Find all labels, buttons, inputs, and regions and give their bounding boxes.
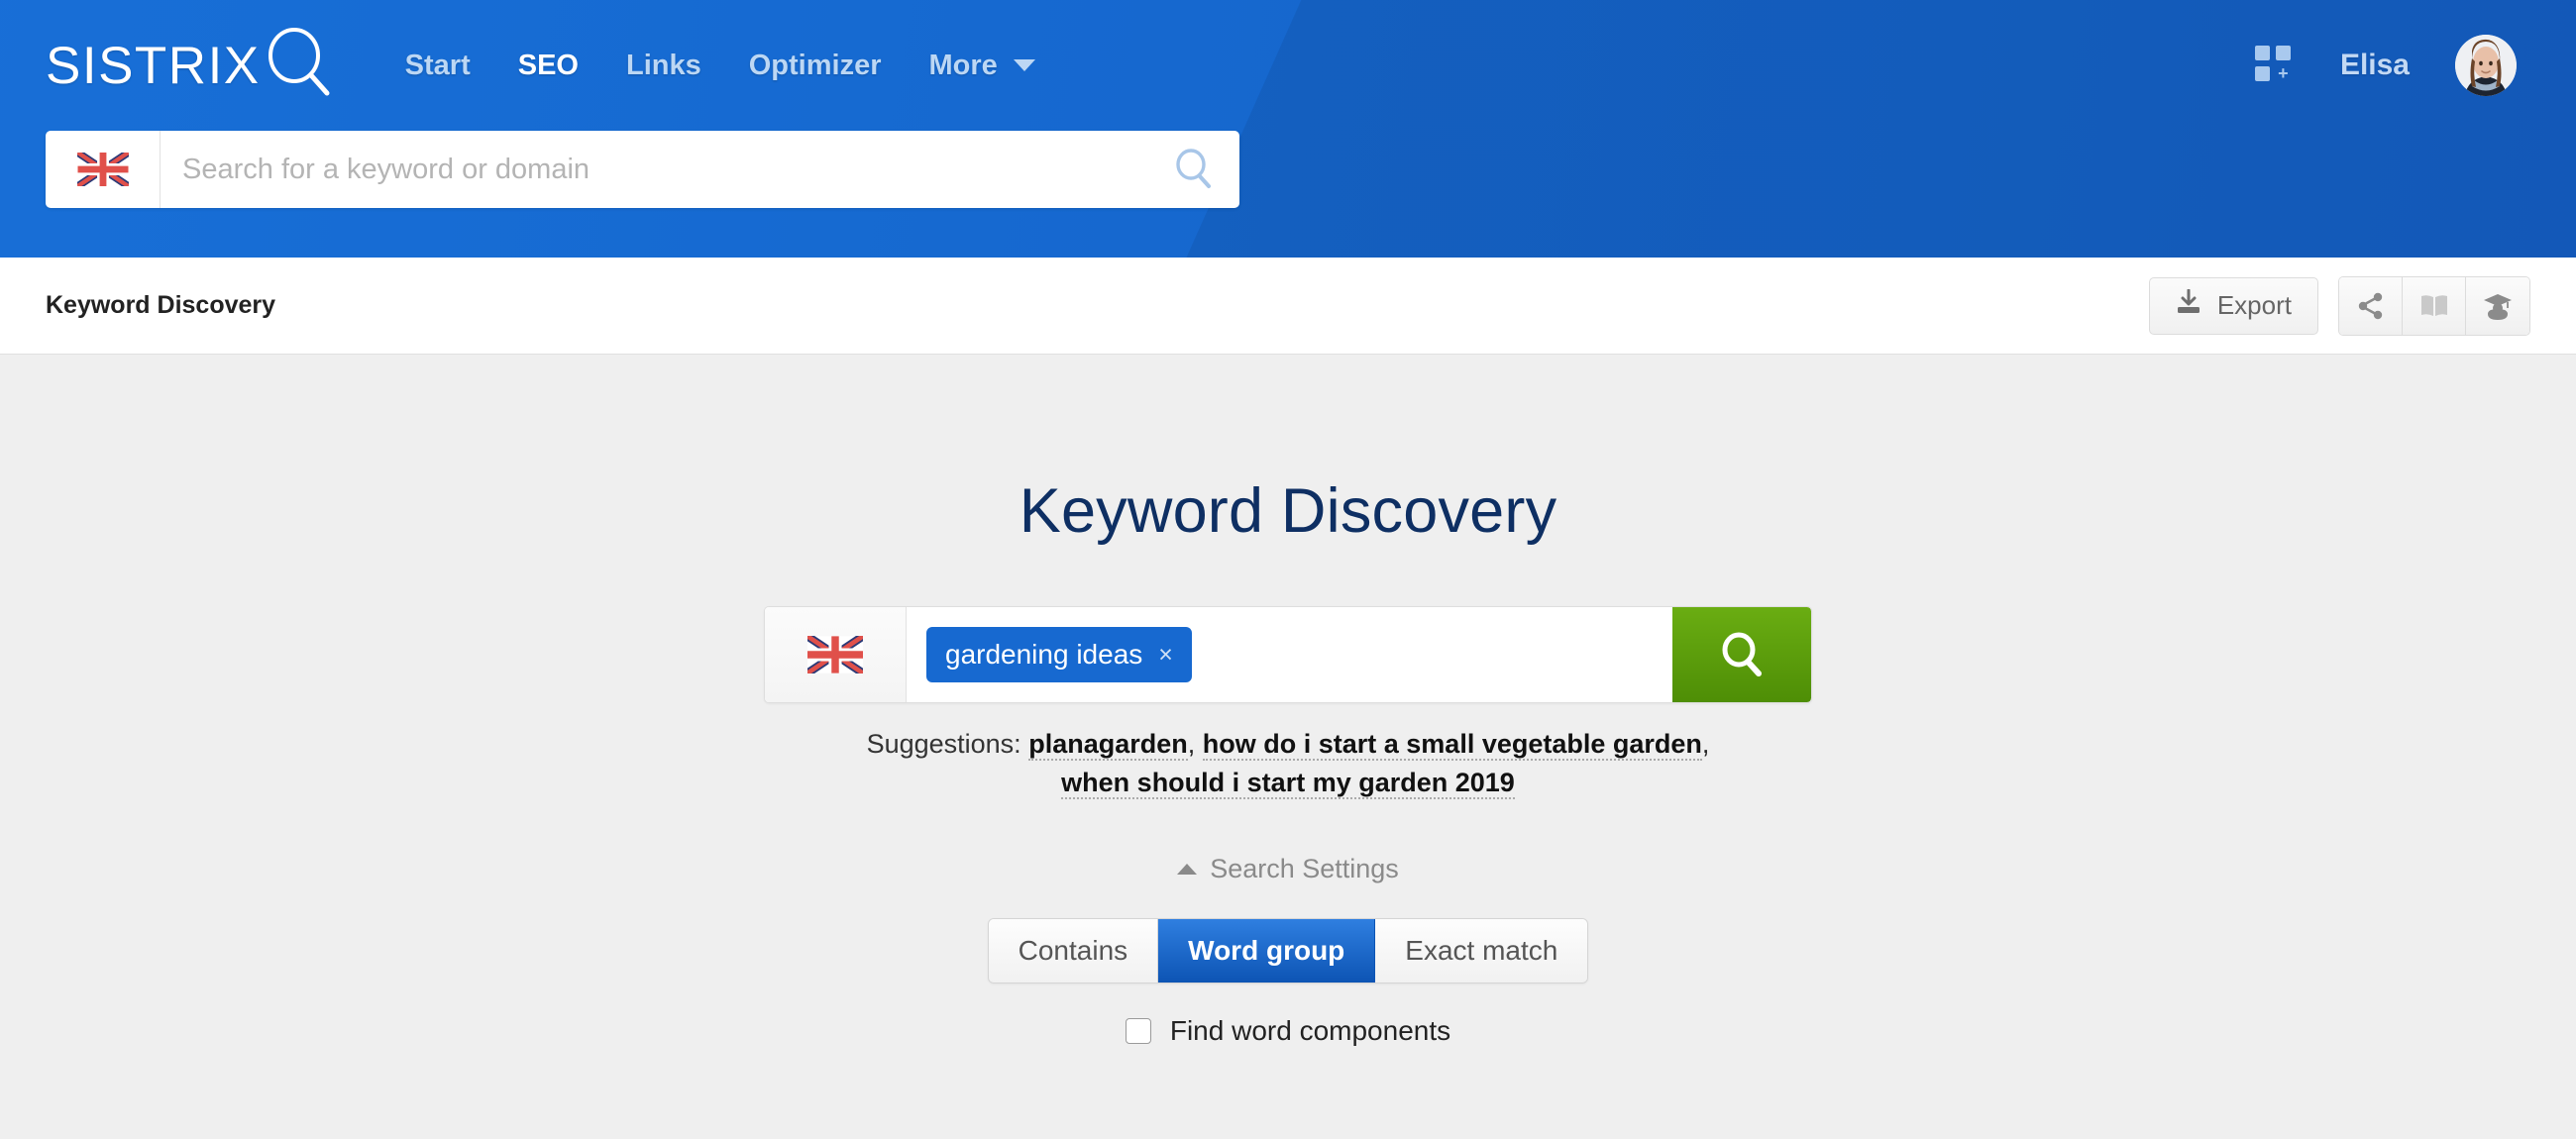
nav-label: Links (625, 49, 701, 81)
main-navbar: SISTRIX Start SEO Links Optimizer More +… (0, 0, 2576, 131)
user-name[interactable]: Elisa (2340, 49, 2410, 82)
search-settings-toggle[interactable]: Search Settings (1177, 854, 1399, 884)
logo-wordmark: SISTRIX (46, 36, 261, 95)
segment-label: Word group (1188, 935, 1345, 967)
keyword-input-area[interactable]: gardening ideas × (907, 607, 1672, 702)
find-word-components-row[interactable]: Find word components (1125, 1015, 1451, 1047)
suggestion-sep: , (1187, 729, 1203, 759)
keyword-search-bar: gardening ideas × (764, 606, 1812, 703)
caret-up-icon (1177, 864, 1198, 876)
suggestions-line: Suggestions: planagarden, how do i start… (862, 725, 1714, 802)
app-header: SISTRIX Start SEO Links Optimizer More +… (0, 0, 2576, 258)
subheader-toolbar: Export (2148, 275, 2530, 336)
chevron-down-icon (1013, 59, 1035, 71)
nav-item-optimizer[interactable]: Optimizer (725, 40, 906, 92)
segment-label: Exact match (1405, 935, 1558, 967)
suggestion-link[interactable]: planagarden (1028, 729, 1188, 761)
nav-item-more[interactable]: More (905, 40, 1058, 92)
match-mode-contains[interactable]: Contains (988, 919, 1159, 984)
export-button[interactable]: Export (2148, 276, 2318, 335)
uk-flag-icon[interactable] (765, 607, 907, 702)
page-title: Keyword Discovery (1019, 476, 1557, 546)
segment-label: Contains (1018, 935, 1128, 967)
search-icon[interactable] (1148, 131, 1239, 208)
match-mode-word-group[interactable]: Word group (1158, 919, 1376, 984)
book-icon[interactable] (2403, 276, 2466, 335)
keyword-search-wrap: gardening ideas × (0, 606, 2576, 703)
search-input[interactable] (182, 153, 1127, 186)
nav-label: Optimizer (748, 49, 882, 81)
suggestion-link[interactable]: how do i start a small vegetable garden (1202, 729, 1702, 761)
close-icon[interactable]: × (1158, 642, 1173, 668)
page-subheader: Keyword Discovery Export (0, 258, 2576, 355)
nav-item-links[interactable]: Links (602, 40, 725, 92)
keyword-search-button[interactable] (1672, 607, 1811, 702)
match-mode-segmented-control: Contains Word group Exact match (987, 918, 1589, 984)
search-settings-label: Search Settings (1210, 854, 1399, 884)
nav-label: More (928, 49, 998, 81)
nav-links: Start SEO Links Optimizer More (381, 40, 1059, 92)
suggestion-link[interactable]: when should i start my garden 2019 (1061, 768, 1515, 800)
apps-grid-plus-icon[interactable]: + (2254, 46, 2295, 85)
avatar[interactable] (2455, 35, 2517, 96)
suggestion-sep: , (1701, 729, 1710, 759)
page-title-breadcrumb: Keyword Discovery (46, 291, 276, 319)
header-right-cluster: + Elisa (2254, 35, 2536, 96)
keyword-tag-label: gardening ideas (945, 639, 1143, 670)
find-word-components-label: Find word components (1169, 1015, 1451, 1047)
uk-flag-icon[interactable] (46, 131, 161, 208)
match-mode-exact-match[interactable]: Exact match (1375, 919, 1588, 984)
apps-square-1 (2254, 46, 2270, 60)
nav-item-seo[interactable]: SEO (494, 40, 602, 92)
download-icon (2176, 288, 2201, 322)
global-search-field (161, 131, 1148, 208)
sistrix-logo[interactable]: SISTRIX (46, 27, 332, 104)
nav-item-start[interactable]: Start (381, 40, 494, 92)
nav-label: Start (404, 49, 471, 81)
find-word-components-checkbox[interactable] (1125, 1018, 1151, 1045)
apps-square-2 (2275, 46, 2291, 60)
graduation-cap-icon[interactable] (2466, 276, 2529, 335)
global-search-bar (46, 131, 1239, 208)
apps-square-3 (2254, 66, 2270, 81)
suggestions-items: planagarden, how do i start a small vege… (1028, 729, 1710, 800)
plus-icon: + (2278, 63, 2289, 83)
share-icon[interactable] (2339, 276, 2403, 335)
nav-label: SEO (517, 49, 579, 81)
main-content: Keyword Discovery gardening ideas × Sugg… (0, 355, 2576, 1139)
magnifier-icon (265, 27, 332, 104)
subheader-icon-group (2338, 275, 2530, 336)
suggestions-label: Suggestions: (866, 729, 1021, 759)
export-label: Export (2216, 290, 2292, 320)
top-search-row (0, 131, 2576, 208)
keyword-tag[interactable]: gardening ideas × (926, 627, 1192, 682)
